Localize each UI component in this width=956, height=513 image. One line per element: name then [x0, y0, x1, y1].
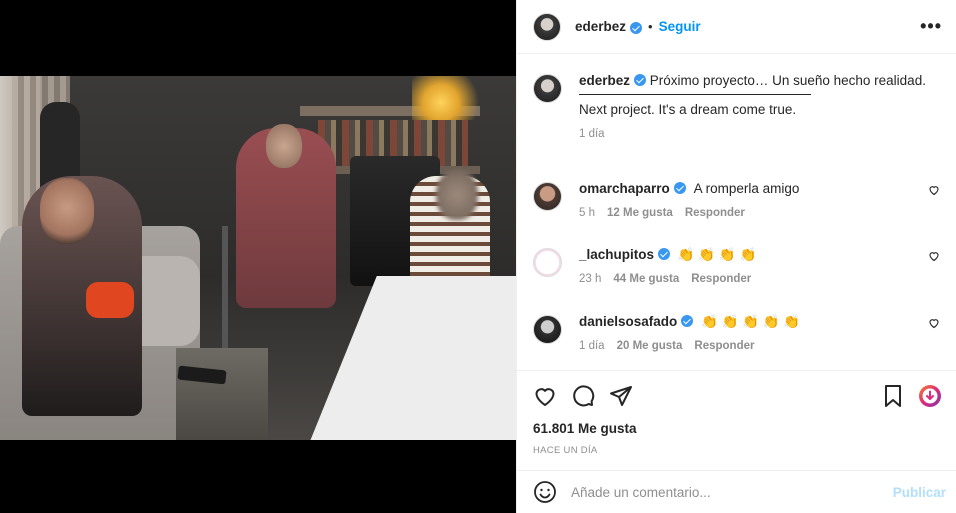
reply-button[interactable]: Responder	[694, 340, 754, 352]
caption-divider	[579, 94, 811, 95]
comment-text: danielsosafado 👏 👏 👏 👏 👏	[579, 313, 918, 331]
comment-likes[interactable]: 20 Me gusta	[617, 340, 683, 352]
commenter-avatar[interactable]	[533, 315, 562, 344]
commenter-username[interactable]: _lachupitos	[579, 247, 654, 262]
reply-button[interactable]: Responder	[685, 207, 745, 219]
photo-table	[176, 348, 268, 440]
comment-composer: Publicar	[517, 470, 956, 513]
post-header: ederbez • Seguir •••	[517, 0, 956, 54]
emoji-icon[interactable]	[533, 480, 557, 504]
comment-meta: 5 h 12 Me gusta Responder	[579, 207, 918, 219]
photo-pillow	[86, 282, 134, 318]
share-icon[interactable]	[609, 384, 633, 408]
photo-man-head	[40, 178, 94, 244]
commenter-username[interactable]: omarchaparro	[579, 181, 670, 196]
likes-count[interactable]: 61.801 Me gusta	[533, 421, 942, 436]
comment-time[interactable]: 5 h	[579, 207, 595, 219]
follow-button[interactable]: Seguir	[659, 19, 701, 34]
caption-text: ederbez Próximo proyecto… Un sueño hecho…	[579, 72, 940, 119]
comments-list[interactable]: ederbez Próximo proyecto… Un sueño hecho…	[517, 54, 956, 370]
post-date[interactable]: HACE UN DÍA	[533, 445, 942, 456]
comment-row: _lachupitos 👏 👏 👏 👏 23 h 44 Me gusta Res…	[533, 246, 940, 313]
heart-icon[interactable]	[928, 250, 940, 262]
comment-text: _lachupitos 👏 👏 👏 👏	[579, 246, 918, 264]
bookmark-icon[interactable]	[882, 384, 904, 408]
caption-line-2: Next project. It's a dream come true.	[579, 102, 797, 117]
commenter-username[interactable]: danielsosafado	[579, 314, 677, 329]
heart-icon[interactable]	[928, 184, 940, 196]
post-actions: 61.801 Me gusta HACE UN DÍA	[517, 370, 956, 470]
comment-time[interactable]: 1 día	[579, 340, 605, 352]
caption-meta: 1 día	[579, 128, 940, 140]
caption: ederbez Próximo proyecto… Un sueño hecho…	[533, 72, 940, 180]
caption-username[interactable]: ederbez	[579, 73, 630, 88]
post-side-panel: ederbez • Seguir ••• ederbez Próximo pro…	[516, 0, 956, 513]
comment-meta: 23 h 44 Me gusta Responder	[579, 273, 918, 285]
author-avatar[interactable]	[533, 12, 561, 41]
reply-button[interactable]: Responder	[691, 273, 751, 285]
commenter-avatar[interactable]	[533, 182, 562, 211]
comment-likes[interactable]: 12 Me gusta	[607, 207, 673, 219]
comment-row: danielsosafado 👏 👏 👏 👏 👏 1 día 20 Me gus…	[533, 313, 940, 373]
comment-input[interactable]	[571, 484, 893, 500]
comment-body: A romperla amigo	[693, 181, 800, 196]
caption-line-1: Próximo proyecto… Un sueño hecho realida…	[649, 73, 926, 88]
verified-icon	[673, 182, 686, 194]
like-icon[interactable]	[533, 384, 557, 408]
publish-button[interactable]: Publicar	[893, 485, 946, 500]
comment-body: 👏 👏 👏 👏	[677, 247, 757, 262]
comment-text: omarchaparro A romperla amigo	[579, 180, 918, 198]
caption-time[interactable]: 1 día	[579, 128, 605, 140]
verified-icon	[634, 74, 647, 86]
more-options-icon[interactable]: •••	[920, 16, 942, 37]
comment-body: 👏 👏 👏 👏 👏	[701, 314, 801, 329]
commenter-avatar[interactable]	[533, 248, 562, 277]
gift-download-icon[interactable]	[918, 384, 942, 408]
comment-time[interactable]: 23 h	[579, 273, 601, 285]
comment-row: omarchaparro A romperla amigo 5 h 12 Me …	[533, 180, 940, 246]
author-username[interactable]: ederbez	[575, 19, 626, 34]
verified-icon	[681, 315, 694, 327]
post-media[interactable]	[0, 0, 516, 513]
action-icons-right	[882, 384, 942, 408]
heart-icon[interactable]	[928, 317, 940, 329]
comment-meta: 1 día 20 Me gusta Responder	[579, 340, 918, 352]
action-icons	[533, 371, 942, 421]
photo-lamp	[412, 76, 484, 120]
comment-icon[interactable]	[571, 384, 595, 408]
photo-operator-head	[266, 124, 302, 168]
verified-icon	[630, 21, 643, 34]
verified-icon	[658, 248, 671, 260]
photo-child-head-blurred	[436, 170, 478, 220]
separator-dot: •	[648, 19, 653, 34]
post-photo[interactable]	[0, 76, 516, 440]
comment-likes[interactable]: 44 Me gusta	[613, 273, 679, 285]
caption-avatar[interactable]	[533, 74, 562, 103]
